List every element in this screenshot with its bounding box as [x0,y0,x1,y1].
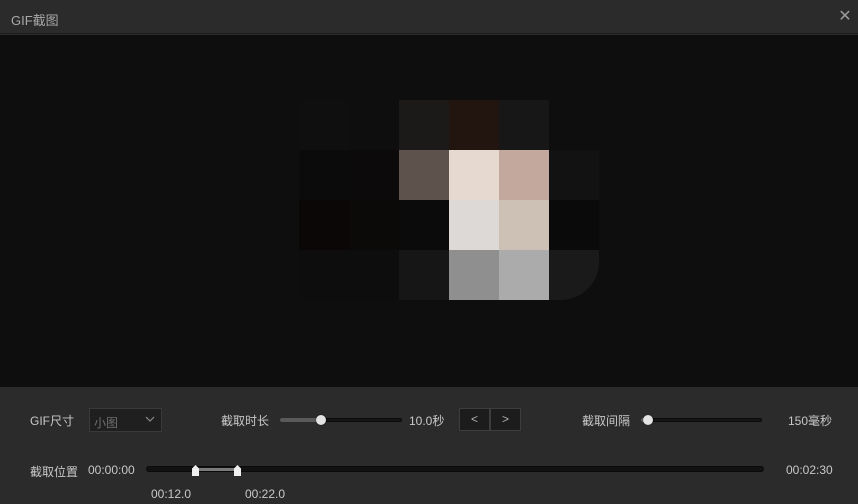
selection-end-time: 00:22.0 [245,487,286,501]
mosaic-tile [449,250,499,300]
interval-slider-knob[interactable] [642,415,653,425]
mosaic-tile [299,150,349,200]
position-label: 截取位置 [30,465,79,479]
mosaic-tile [399,200,449,250]
mosaic-tile [449,100,499,150]
mosaic-tile [299,100,349,150]
mosaic-tile [349,100,399,150]
interval-label: 截取间隔 [582,414,631,428]
duration-label: 截取时长 [221,414,270,428]
duration-slider-knob[interactable] [315,415,326,425]
mosaic-tile [449,150,499,200]
mosaic-tile [399,250,449,300]
mosaic-tile [399,100,449,150]
duration-value: 10.0秒 [409,414,445,428]
chevron-right-icon: > [501,412,509,426]
mosaic-tile [349,200,399,250]
interval-slider-track [641,418,762,422]
gif-size-select[interactable]: 小图 [89,408,162,432]
timeline-start-time: 00:00:00 [88,463,135,477]
duration-slider[interactable] [280,414,402,426]
selection-end-marker[interactable] [233,465,241,476]
mosaic-tile [499,200,549,250]
chevron-down-icon [145,416,155,422]
mosaic-tile [299,200,349,250]
interval-slider[interactable] [641,414,762,426]
mosaic-tile [499,150,549,200]
duration-slider-fill [280,418,321,422]
mosaic-tile [499,250,549,300]
mosaic-tile [549,150,599,200]
mosaic-tile [449,200,499,250]
mosaic-tile [549,250,599,300]
close-icon[interactable]: ✕ [836,8,854,26]
preview-frame [299,100,599,300]
gif-size-value: 小图 [94,416,119,430]
window-title: GIF截图 [11,13,59,28]
mosaic-tile [549,200,599,250]
timeline-end-time: 00:02:30 [786,463,833,477]
selection-start-marker[interactable] [192,465,200,476]
mosaic-tile [399,150,449,200]
timeline-selection [196,468,238,471]
selection-start-time: 00:12.0 [151,487,192,501]
mosaic-tile [349,250,399,300]
mosaic-tile [549,100,599,150]
chevron-left-icon: < [470,412,478,426]
interval-value: 150毫秒 [788,414,833,428]
controls-panel: GIF尺寸 小图 截取时长 10.0秒 < > 截取间隔 150毫秒 截取位置 … [0,387,858,504]
duration-increase-button[interactable]: > [490,408,521,431]
mosaic-tile [499,100,549,150]
duration-decrease-button[interactable]: < [459,408,490,431]
gif-preview [0,35,858,387]
title-bar: GIF截图 ✕ [0,0,858,34]
mosaic-tile [349,150,399,200]
mosaic-tile [299,250,349,300]
gif-size-label: GIF尺寸 [30,414,74,428]
